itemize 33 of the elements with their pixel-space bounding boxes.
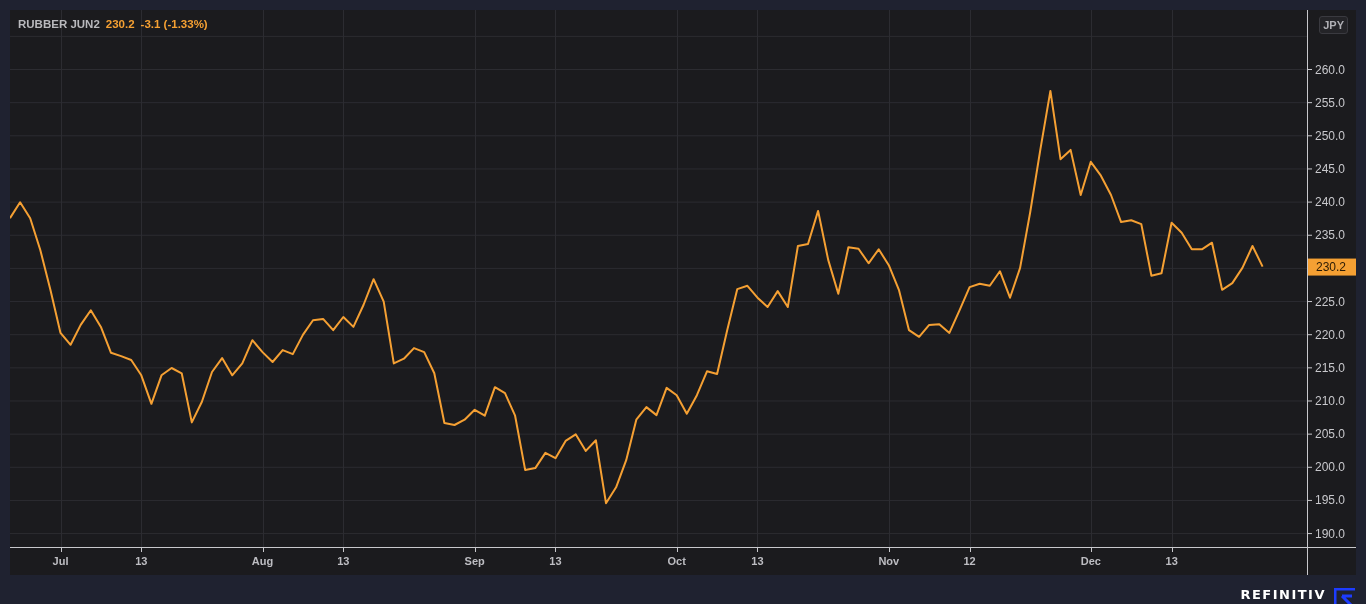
axis-tick-label: 13 xyxy=(751,555,764,567)
axis-tick-label: 13 xyxy=(549,555,562,567)
axis-tick-label: 13 xyxy=(1165,555,1178,567)
last-price-label: 230.2 xyxy=(1308,258,1356,276)
axis-tick-label: 13 xyxy=(135,555,148,567)
axis-tick-label: 255.0 xyxy=(1315,95,1346,110)
axis-tick-label: 200.0 xyxy=(1315,460,1346,475)
axis-tick-label: Jul xyxy=(52,555,69,567)
axis-tick-label: 195.0 xyxy=(1315,493,1346,508)
axis-tick-label: 240.0 xyxy=(1315,195,1346,210)
symbol-name: RUBBER JUN2 xyxy=(18,18,100,30)
price-change: -3.1 (-1.33%) xyxy=(140,18,208,30)
brand-name: REFINITIV xyxy=(1240,587,1326,602)
axis-tick-label: 215.0 xyxy=(1315,360,1346,375)
axis-tick-label: 12 xyxy=(963,555,976,567)
axis-tick-label: 245.0 xyxy=(1315,161,1346,176)
logo-icon xyxy=(1334,588,1356,604)
axis-tick-label: 190.0 xyxy=(1315,526,1346,541)
axis-tick-label: 260.0 xyxy=(1315,62,1346,77)
currency-badge: JPY xyxy=(1319,16,1348,34)
axis-tick-label: Dec xyxy=(1080,555,1101,567)
axis-tick-label: 13 xyxy=(337,555,350,567)
axis-tick-label: Nov xyxy=(878,555,900,567)
axis-tick-label: Oct xyxy=(667,555,686,567)
axis-tick-label: 220.0 xyxy=(1315,327,1346,342)
axis-tick-label: Aug xyxy=(251,555,274,567)
last-price: 230.2 xyxy=(105,18,135,30)
axis-tick-label: 225.0 xyxy=(1315,294,1346,309)
axis-tick-label: Sep xyxy=(464,555,485,567)
axis-tick-label: 205.0 xyxy=(1315,427,1346,442)
axis-tick-label: 250.0 xyxy=(1315,128,1346,143)
axis-tick-label: 210.0 xyxy=(1315,394,1346,408)
axis-tick-label: 235.0 xyxy=(1315,228,1346,243)
